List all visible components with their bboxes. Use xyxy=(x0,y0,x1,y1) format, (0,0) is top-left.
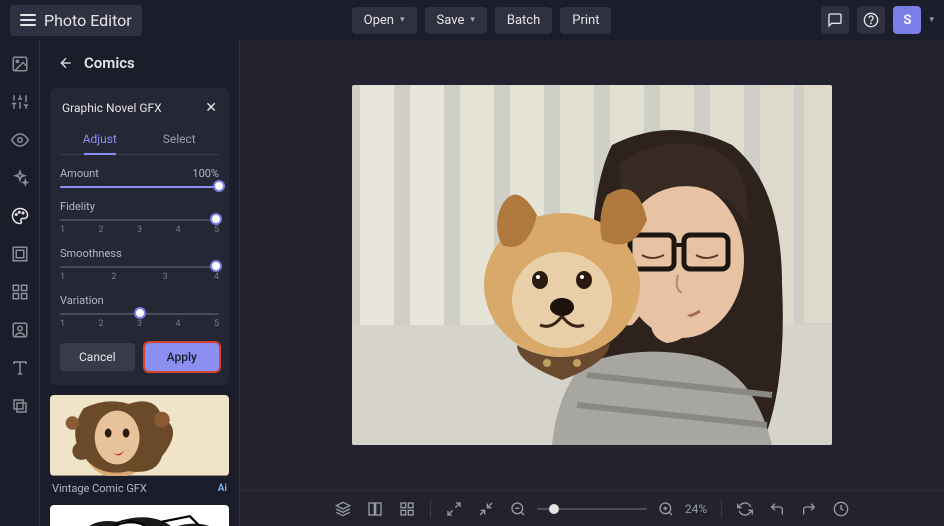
effect-name: Graphic Novel GFX xyxy=(62,101,162,115)
grid-icon[interactable] xyxy=(398,500,416,518)
zoom-in-icon[interactable] xyxy=(657,500,675,518)
layers-icon[interactable] xyxy=(334,500,352,518)
amount-value: 100% xyxy=(192,167,219,180)
tab-select[interactable]: Select xyxy=(140,124,220,154)
chevron-down-icon: ▾ xyxy=(470,15,475,25)
hamburger-icon xyxy=(20,14,36,26)
variation-slider[interactable] xyxy=(60,313,219,315)
history-icon[interactable] xyxy=(832,500,850,518)
redo-icon[interactable] xyxy=(800,500,818,518)
variation-control: Variation 1 2 3 4 5 xyxy=(60,294,219,329)
zoom-out-icon[interactable] xyxy=(509,500,527,518)
text-tool-icon[interactable] xyxy=(10,358,30,378)
fit-screen-icon[interactable] xyxy=(445,500,463,518)
frame-tool-icon[interactable] xyxy=(10,244,30,264)
preset-bw-comic[interactable] xyxy=(50,505,229,526)
fidelity-slider[interactable] xyxy=(60,219,219,221)
avatar[interactable]: S xyxy=(893,6,921,34)
tool-sidebar xyxy=(0,40,40,526)
apply-button[interactable]: Apply xyxy=(145,343,220,371)
tab-adjust[interactable]: Adjust xyxy=(60,124,140,154)
close-icon[interactable]: ✕ xyxy=(205,100,217,116)
smoothness-control: Smoothness 1 2 3 4 xyxy=(60,247,219,282)
chevron-down-icon: ▾ xyxy=(400,15,405,25)
header-bar: Photo Editor Open▾ Save▾ Batch Print S ▾ xyxy=(0,0,944,40)
batch-button[interactable]: Batch xyxy=(495,7,552,34)
amount-control: Amount 100% xyxy=(60,167,219,188)
palette-tool-icon[interactable] xyxy=(10,206,30,226)
eye-tool-icon[interactable] xyxy=(10,130,30,150)
undo-icon[interactable] xyxy=(768,500,786,518)
effect-panel: Graphic Novel GFX ✕ Adjust Select Amount… xyxy=(50,88,229,385)
smoothness-label: Smoothness xyxy=(60,247,122,260)
elements-tool-icon[interactable] xyxy=(10,282,30,302)
ai-badge: Ai xyxy=(218,483,227,494)
panel-title: Comics xyxy=(84,54,135,72)
smoothness-slider[interactable] xyxy=(60,266,219,268)
retouch-tool-icon[interactable] xyxy=(10,320,30,340)
bottom-toolbar: 24% xyxy=(240,490,944,526)
fidelity-label: Fidelity xyxy=(60,200,95,213)
feedback-icon[interactable] xyxy=(821,6,849,34)
layers-tool-icon[interactable] xyxy=(10,396,30,416)
amount-label: Amount xyxy=(60,167,99,180)
cancel-button[interactable]: Cancel xyxy=(60,343,135,371)
variation-label: Variation xyxy=(60,294,104,307)
zoom-slider[interactable] xyxy=(537,508,647,510)
effects-tool-icon[interactable] xyxy=(10,168,30,188)
save-button[interactable]: Save▾ xyxy=(425,7,487,34)
zoom-value: 24% xyxy=(685,502,707,516)
canvas-area: 24% xyxy=(240,40,944,526)
chevron-down-icon[interactable]: ▾ xyxy=(929,15,934,25)
canvas-image[interactable] xyxy=(352,85,832,445)
back-arrow-icon[interactable] xyxy=(58,55,74,71)
app-title: Photo Editor xyxy=(44,11,132,30)
preset-vintage-comic[interactable] xyxy=(50,395,229,476)
reset-icon[interactable] xyxy=(736,500,754,518)
side-panel: Comics Graphic Novel GFX ✕ Adjust Select… xyxy=(40,40,240,526)
print-button[interactable]: Print xyxy=(560,7,611,34)
preset-label: Vintage Comic GFX xyxy=(52,482,147,495)
amount-slider[interactable] xyxy=(60,186,219,188)
app-menu[interactable]: Photo Editor xyxy=(10,5,142,36)
open-button[interactable]: Open▾ xyxy=(352,7,417,34)
fidelity-control: Fidelity 1 2 3 4 5 xyxy=(60,200,219,235)
image-tool-icon[interactable] xyxy=(10,54,30,74)
help-icon[interactable] xyxy=(857,6,885,34)
adjust-tool-icon[interactable] xyxy=(10,92,30,112)
compare-icon[interactable] xyxy=(366,500,384,518)
actual-size-icon[interactable] xyxy=(477,500,495,518)
